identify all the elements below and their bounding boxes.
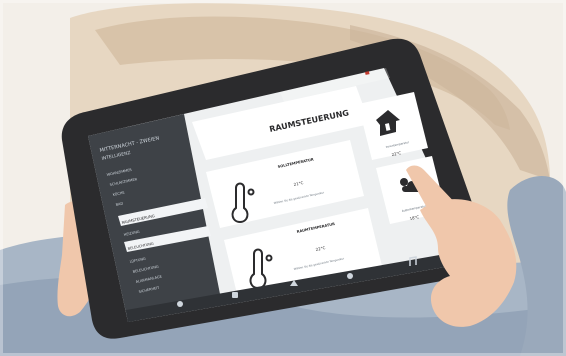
photo-scene: MITTERNACHT - ZWEIEN INTELLIGENZ WOHNZIM… (0, 0, 566, 356)
home-icon[interactable] (177, 301, 183, 307)
settings-icon[interactable] (347, 273, 353, 279)
temperature-icon[interactable] (232, 292, 238, 298)
